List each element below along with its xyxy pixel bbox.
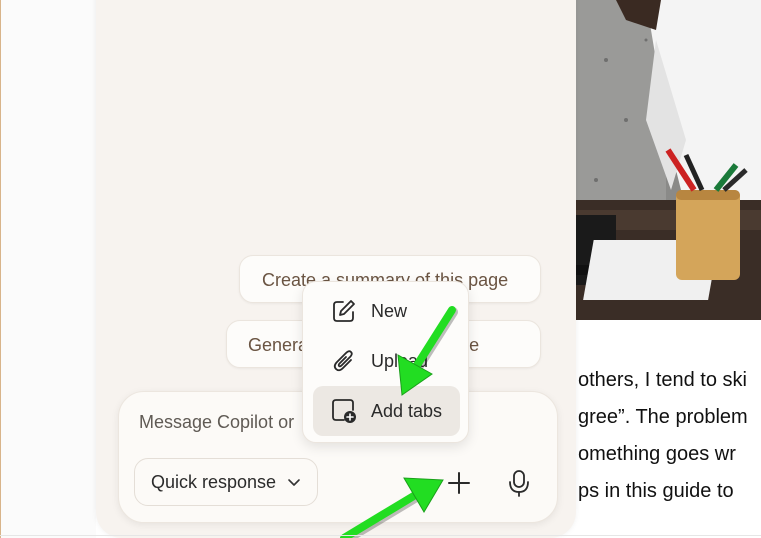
article-line: omething goes wr <box>578 443 736 465</box>
article-hero-image <box>576 0 761 320</box>
paperclip-icon <box>329 346 359 376</box>
response-mode-dropdown[interactable]: Quick response <box>134 458 318 506</box>
attach-plus-button[interactable] <box>439 463 479 503</box>
attach-menu: New Upload Add tabs <box>302 281 469 443</box>
article-line: gree”. The problem <box>578 406 748 428</box>
menu-item-add-tabs[interactable]: Add tabs <box>313 386 460 436</box>
page-divider <box>0 535 761 536</box>
response-mode-label: Quick response <box>151 471 277 492</box>
plus-icon <box>448 472 470 494</box>
menu-item-new[interactable]: New <box>313 286 460 336</box>
menu-item-label: New <box>371 300 408 321</box>
chevron-down-icon <box>286 474 302 490</box>
add-tabs-icon <box>329 396 359 426</box>
article-body-text: others, I tend to ski gree”. The problem… <box>578 362 761 510</box>
menu-item-upload[interactable]: Upload <box>313 336 460 386</box>
new-chat-icon <box>329 296 359 326</box>
menu-item-label: Add tabs <box>371 400 443 421</box>
article-line: ps in this guide to <box>578 480 734 502</box>
microphone-icon <box>509 470 529 497</box>
message-input[interactable]: Message Copilot or <box>139 412 294 433</box>
page-left-margin <box>0 0 96 538</box>
article-line: others, I tend to ski <box>578 369 747 391</box>
microphone-button[interactable] <box>499 463 539 503</box>
menu-item-label: Upload <box>371 350 429 371</box>
